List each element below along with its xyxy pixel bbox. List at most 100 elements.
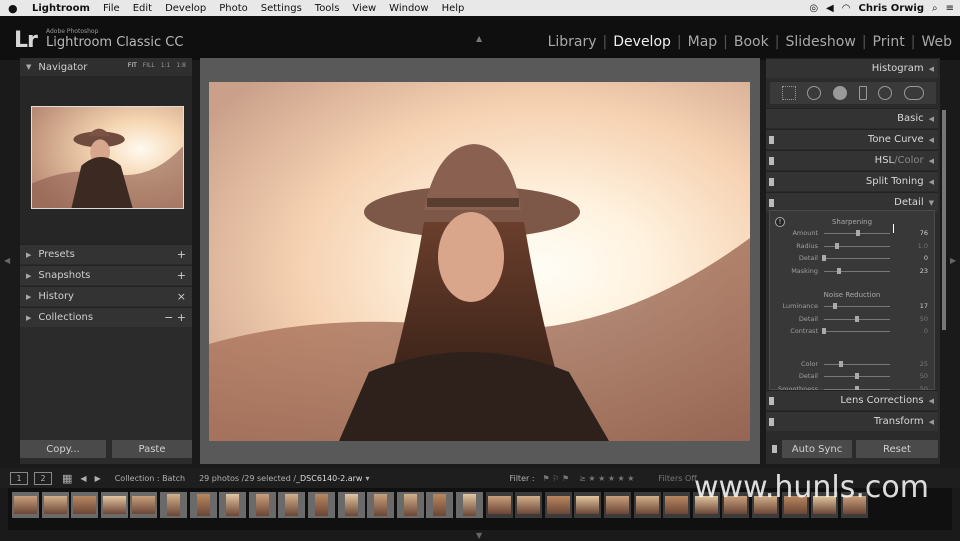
filmstrip-thumbnail[interactable]: [160, 492, 187, 518]
user-name[interactable]: Chris Orwig: [858, 3, 924, 14]
tone-curve-toggle[interactable]: [769, 136, 774, 144]
navigator-thumbnail[interactable]: [31, 106, 184, 209]
module-develop[interactable]: Develop: [613, 34, 671, 50]
grid-view-icon[interactable]: ▦: [62, 472, 72, 485]
auto-sync-button[interactable]: Auto Sync: [782, 440, 852, 458]
navigator-preview[interactable]: [20, 76, 192, 244]
history-section[interactable]: ▶ History ×: [20, 286, 192, 306]
slider-track[interactable]: [824, 245, 890, 247]
slider-thumb[interactable]: [833, 303, 838, 309]
slider-value[interactable]: 50: [908, 315, 928, 323]
slider-value[interactable]: 50: [908, 372, 928, 380]
presets-section[interactable]: ▶ Presets +: [20, 244, 192, 264]
filmstrip-thumbnail[interactable]: [574, 492, 602, 518]
filmstrip-thumbnail[interactable]: [396, 492, 424, 518]
crop-tool-icon[interactable]: [781, 86, 796, 100]
slider-value[interactable]: 25: [908, 360, 928, 368]
filmstrip-thumbnail[interactable]: [12, 492, 39, 518]
filmstrip-thumbnail[interactable]: [130, 492, 158, 518]
menu-view[interactable]: View: [352, 3, 376, 14]
add-snapshot-button[interactable]: +: [177, 269, 186, 282]
star-filter-icons[interactable]: ≥ ★ ★ ★ ★ ★: [579, 474, 634, 483]
module-print[interactable]: Print: [873, 34, 905, 50]
filmstrip-thumbnail[interactable]: [604, 492, 631, 518]
slider-thumb[interactable]: [855, 373, 859, 379]
volume-icon[interactable]: ◀: [826, 3, 834, 14]
slider-value[interactable]: 17: [908, 302, 928, 310]
filmstrip-thumbnail[interactable]: [189, 492, 217, 518]
hsl-header[interactable]: HSL / Color ◀: [766, 150, 938, 170]
filters-off-dropdown[interactable]: Filters Off: [658, 474, 696, 483]
paste-button[interactable]: Paste: [112, 440, 192, 458]
copy-button[interactable]: Copy...: [20, 440, 106, 458]
lens-corrections-toggle[interactable]: [769, 397, 774, 405]
slider-thumb[interactable]: [822, 255, 826, 261]
slider-thumb[interactable]: [855, 315, 859, 322]
graduated-filter-icon[interactable]: [858, 86, 867, 100]
filmstrip-thumbnail[interactable]: [71, 492, 99, 518]
slider-value[interactable]: 76: [908, 229, 928, 237]
apple-icon[interactable]: ●: [8, 2, 20, 15]
color-label[interactable]: Color: [898, 155, 924, 166]
filename-dropdown-icon[interactable]: ▾: [365, 474, 369, 483]
menu-tools[interactable]: Tools: [315, 3, 340, 14]
collapse-top-icon[interactable]: ▲: [476, 34, 482, 43]
back-arrow-icon[interactable]: ◀: [80, 474, 86, 483]
hsl-label[interactable]: HSL: [875, 155, 894, 166]
menu-list-icon[interactable]: ≡: [946, 3, 954, 14]
menu-file[interactable]: File: [103, 3, 120, 14]
navigator-header[interactable]: ▼ Navigator FIT FILL 1:1 1:8: [20, 58, 192, 76]
filmstrip-thumbnail[interactable]: [219, 492, 247, 518]
slider-value[interactable]: 1.0: [908, 242, 928, 250]
snapshots-section[interactable]: ▶ Snapshots +: [20, 265, 192, 285]
filmstrip-thumbnail[interactable]: [100, 492, 128, 518]
secondary-window-button[interactable]: 2: [34, 471, 52, 485]
collection-source[interactable]: Collection : Batch: [115, 474, 185, 483]
slider-track[interactable]: [824, 331, 890, 332]
zoom-fit[interactable]: FIT: [128, 62, 137, 69]
filmstrip-thumbnail[interactable]: [278, 492, 306, 518]
filmstrip-thumbnail[interactable]: [515, 492, 543, 518]
slider-value[interactable]: 23: [908, 267, 928, 275]
adjustment-brush-icon[interactable]: [904, 86, 925, 100]
filmstrip-thumbnail[interactable]: [544, 492, 572, 518]
filmstrip-thumbnail[interactable]: [485, 492, 513, 518]
slider-value[interactable]: 0: [908, 327, 928, 335]
module-book[interactable]: Book: [734, 34, 769, 50]
filmstrip-thumbnail[interactable]: [367, 492, 395, 518]
current-filename[interactable]: _DSC6140-2.arw: [296, 474, 362, 483]
filmstrip-thumbnail[interactable]: [426, 492, 454, 518]
reset-button[interactable]: Reset: [856, 440, 938, 458]
collapse-left-icon[interactable]: ◀: [4, 256, 10, 265]
filmstrip-thumbnail[interactable]: [663, 492, 691, 518]
hsl-toggle[interactable]: [769, 157, 774, 165]
filmstrip-thumbnail[interactable]: [248, 492, 276, 518]
forward-arrow-icon[interactable]: ▶: [95, 474, 101, 483]
split-toning-header[interactable]: Split Toning ◀: [766, 171, 938, 191]
right-panel-scrollbar[interactable]: [942, 110, 946, 330]
add-preset-button[interactable]: +: [177, 248, 186, 261]
slider-thumb[interactable]: [837, 267, 842, 274]
collapse-right-icon[interactable]: ▶: [950, 256, 956, 265]
collections-actions[interactable]: − +: [164, 311, 186, 324]
zoom-1-1[interactable]: 1:1: [161, 62, 171, 69]
menu-app[interactable]: Lightroom: [32, 3, 90, 14]
filmstrip-thumbnail[interactable]: [41, 492, 69, 518]
slider-track[interactable]: [824, 363, 890, 365]
menu-photo[interactable]: Photo: [219, 3, 248, 14]
menu-window[interactable]: Window: [389, 3, 428, 14]
menu-edit[interactable]: Edit: [133, 3, 152, 14]
spot-removal-icon[interactable]: [807, 86, 822, 100]
module-slideshow[interactable]: Slideshow: [785, 34, 855, 50]
module-library[interactable]: Library: [548, 34, 597, 50]
transform-toggle[interactable]: [769, 418, 774, 426]
slider-thumb[interactable]: [835, 242, 840, 249]
module-map[interactable]: Map: [688, 34, 718, 50]
clear-history-button[interactable]: ×: [177, 290, 186, 303]
radial-filter-icon[interactable]: [878, 86, 893, 100]
filmstrip-thumbnail[interactable]: [308, 492, 335, 518]
menu-help[interactable]: Help: [442, 3, 465, 14]
lens-corrections-header[interactable]: Lens Corrections ◀: [766, 390, 938, 410]
collapse-bottom-icon[interactable]: ▼: [476, 531, 482, 540]
slider-track[interactable]: [824, 270, 890, 272]
